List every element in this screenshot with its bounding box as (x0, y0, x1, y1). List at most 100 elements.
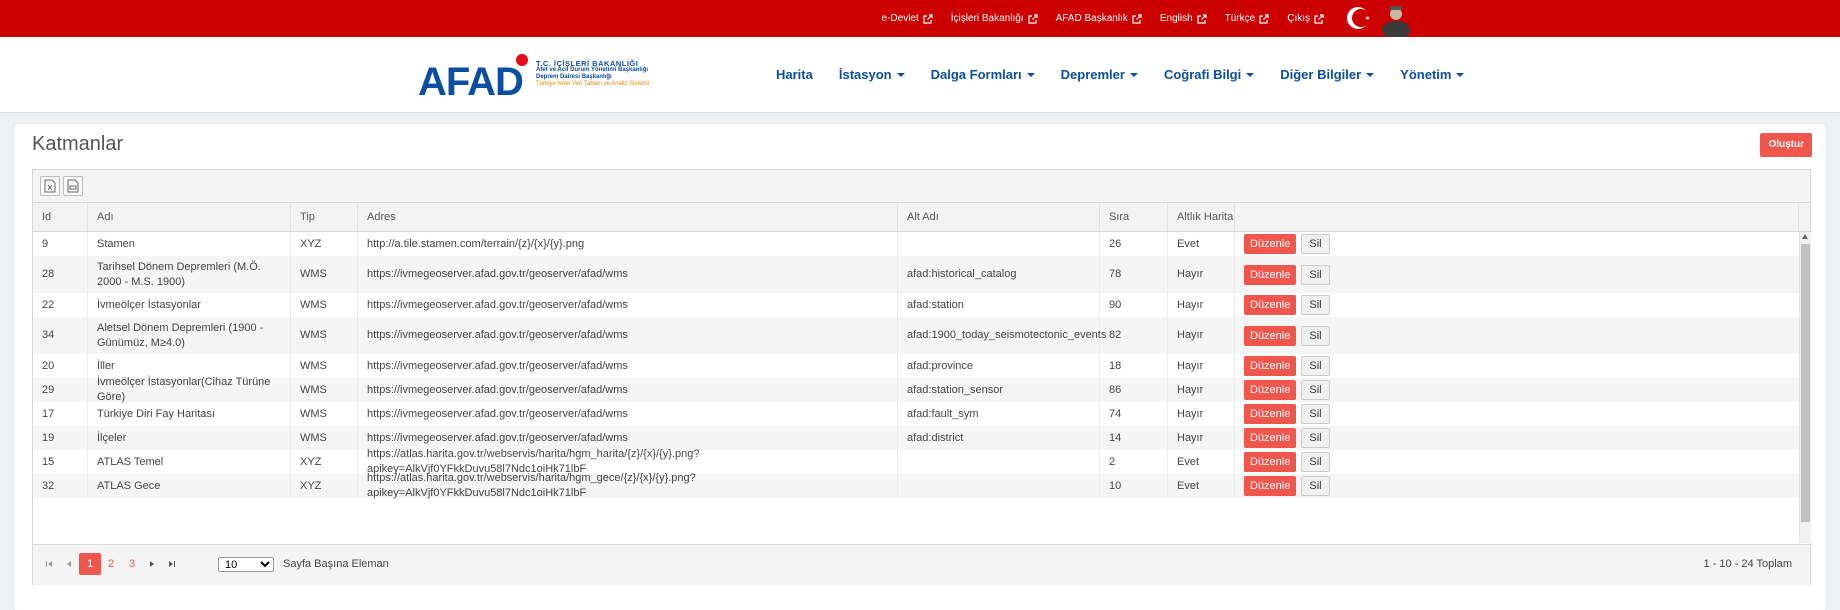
column-header-7[interactable] (1235, 203, 1799, 231)
top-link-label: AFAD Başkanlık (1055, 13, 1128, 24)
cell-actions: Düzenle Sil (1235, 232, 1788, 256)
column-header-2[interactable]: Tip (291, 203, 358, 231)
column-header-6[interactable]: Altlık Harita (1168, 203, 1235, 231)
cell-address: https://ivmegeoserver.afad.gov.tr/geoser… (358, 293, 898, 317)
delete-button[interactable]: Sil (1301, 234, 1330, 254)
prev-page-icon[interactable] (64, 559, 74, 569)
cell-text: afad:1900_today_seismotectonic_events (907, 329, 1107, 341)
nav-item-0[interactable]: Harita (776, 67, 813, 82)
nav-item-label: Dalga Formları (930, 67, 1022, 82)
delete-button[interactable]: Sil (1301, 295, 1330, 315)
cell-name: Stamen (88, 232, 291, 256)
edit-button[interactable]: Düzenle (1244, 428, 1297, 448)
delete-button[interactable]: Sil (1301, 452, 1330, 472)
page-button-1[interactable]: 1 (79, 553, 101, 575)
page-size-select[interactable]: 10 (218, 557, 274, 572)
edit-button[interactable]: Düzenle (1244, 325, 1297, 346)
cell-id: 20 (33, 354, 88, 378)
table-row: 29 İvmeölçer İstasyonlar(Cihaz Türüne Gör… (33, 376, 1799, 403)
afad-logo[interactable]: AFAD T.C. İÇİŞLERİ BAKANLIĞI Afet ve Aci… (418, 48, 649, 104)
logo-text: T.C. İÇİŞLERİ BAKANLIĞI Afet ve Acil Dur… (536, 60, 649, 88)
column-header-4[interactable]: Alt Adı (898, 203, 1100, 231)
top-bar: e-Devlet İçişleri Bakanlığı AFAD Başkanlık… (0, 0, 1840, 37)
page-button-3[interactable]: 3 (121, 553, 143, 575)
edit-button[interactable]: Düzenle (1244, 404, 1297, 424)
top-link-label: Türkçe (1224, 13, 1256, 24)
pager-info: 1 - 10 - 24 Toplam (1703, 558, 1792, 570)
column-header-5[interactable]: Sıra (1100, 203, 1168, 231)
delete-button[interactable]: Sil (1301, 404, 1330, 424)
delete-button[interactable]: Sil (1301, 428, 1330, 448)
edit-button[interactable]: Düzenle (1244, 380, 1297, 400)
top-link-5[interactable]: Çıkış (1287, 13, 1324, 24)
cell-order: 74 (1100, 402, 1168, 426)
cell-text: XYZ (300, 237, 322, 250)
edit-button[interactable]: Düzenle (1244, 234, 1297, 254)
delete-button[interactable]: Sil (1301, 264, 1330, 285)
top-link-0[interactable]: e-Devlet (882, 13, 933, 24)
nav-item-2[interactable]: Dalga Formları (931, 67, 1035, 82)
excel-export-icon[interactable] (40, 176, 60, 196)
edit-button[interactable]: Düzenle (1244, 264, 1297, 285)
cell-order: 10 (1100, 474, 1168, 498)
cell-sub: afad:district (898, 426, 1100, 450)
cell-text: Tarihsel Dönem Depremleri (M.Ö. 2000 - M… (97, 260, 261, 288)
edit-button[interactable]: Düzenle (1244, 295, 1297, 315)
top-link-4[interactable]: Türkçe (1225, 13, 1270, 24)
page-button-2[interactable]: 2 (100, 553, 122, 575)
table-row: 9 Stamen XYZ http://a.tile.stamen.com/terra… (33, 232, 1799, 256)
cell-order: 2 (1100, 450, 1168, 474)
first-page-icon[interactable] (44, 559, 54, 569)
cell-text: afad:station (907, 298, 964, 311)
delete-button[interactable]: Sil (1301, 380, 1330, 400)
cell-actions: Düzenle Sil (1235, 256, 1788, 293)
cell-address: https://atlas.harita.gov.tr/webservis/ha… (358, 472, 898, 499)
cell-text: 74 (1109, 407, 1122, 420)
cell-sub (898, 450, 1100, 474)
cell-text: afad:district (907, 431, 964, 444)
nav-item-5[interactable]: Diğer Bilgiler (1280, 67, 1375, 82)
cell-text: Hayır (1177, 359, 1204, 372)
table-row: 28 Tarihsel Dönem Depremleri (M.Ö. 2000 -… (33, 256, 1799, 293)
scroll-thumb[interactable] (1801, 244, 1810, 522)
cell-type: WMS (291, 402, 358, 426)
top-link-2[interactable]: AFAD Başkanlık (1056, 13, 1142, 24)
pdf-export-icon[interactable] (63, 176, 83, 196)
logo-line-system: Türkiye İvme Veri Tabanı ve Analiz Siste… (536, 81, 649, 87)
top-link-label: English (1159, 13, 1193, 24)
header: AFAD T.C. İÇİŞLERİ BAKANLIĞI Afet ve Aci… (0, 37, 1840, 113)
next-page-icon[interactable] (147, 559, 157, 569)
edit-button[interactable]: Düzenle (1244, 476, 1297, 496)
scroll-up-icon[interactable] (1802, 234, 1808, 239)
delete-button[interactable]: Sil (1301, 356, 1330, 376)
top-link-1[interactable]: İçişleri Bakanlığı (951, 13, 1038, 24)
column-header-1[interactable]: Adı (88, 203, 291, 231)
table-row: 34 Aletsel Dönem Depremleri (1900 - Günüm… (33, 317, 1799, 354)
delete-button[interactable]: Sil (1301, 476, 1330, 496)
cell-text: Evet (1177, 237, 1200, 250)
edit-button[interactable]: Düzenle (1244, 356, 1297, 376)
last-page-icon[interactable] (167, 559, 177, 569)
vertical-scrollbar[interactable] (1799, 232, 1811, 543)
cell-text: 19 (42, 431, 55, 444)
nav-item-3[interactable]: Depremler (1061, 67, 1138, 82)
cell-text: 22 (42, 298, 55, 311)
column-header-0[interactable]: Id (33, 203, 88, 231)
create-button[interactable]: Oluştur (1760, 133, 1812, 157)
nav-item-1[interactable]: İstasyon (839, 67, 905, 82)
top-link-3[interactable]: English (1160, 13, 1207, 24)
column-header-3[interactable]: Adres (358, 203, 898, 231)
caret-down-icon (1456, 72, 1465, 77)
main-nav: Harita İstasyon Dalga Formları Depremler Coğ… (776, 37, 1465, 112)
cell-text: WMS (300, 329, 327, 341)
logo-word: AFAD (418, 60, 524, 104)
cell-text: 10 (1109, 479, 1122, 492)
nav-item-6[interactable]: Yönetim (1400, 67, 1465, 82)
delete-button[interactable]: Sil (1301, 325, 1330, 346)
external-link-icon (1314, 13, 1324, 24)
nav-item-4[interactable]: Coğrafi Bilgi (1164, 67, 1255, 82)
edit-button[interactable]: Düzenle (1244, 452, 1297, 472)
cell-text: 28 (42, 268, 55, 280)
cell-text: https://atlas.harita.gov.tr/webservis/ha… (367, 472, 696, 499)
cell-text: https://ivmegeoserver.afad.gov.tr/geoser… (367, 268, 628, 280)
